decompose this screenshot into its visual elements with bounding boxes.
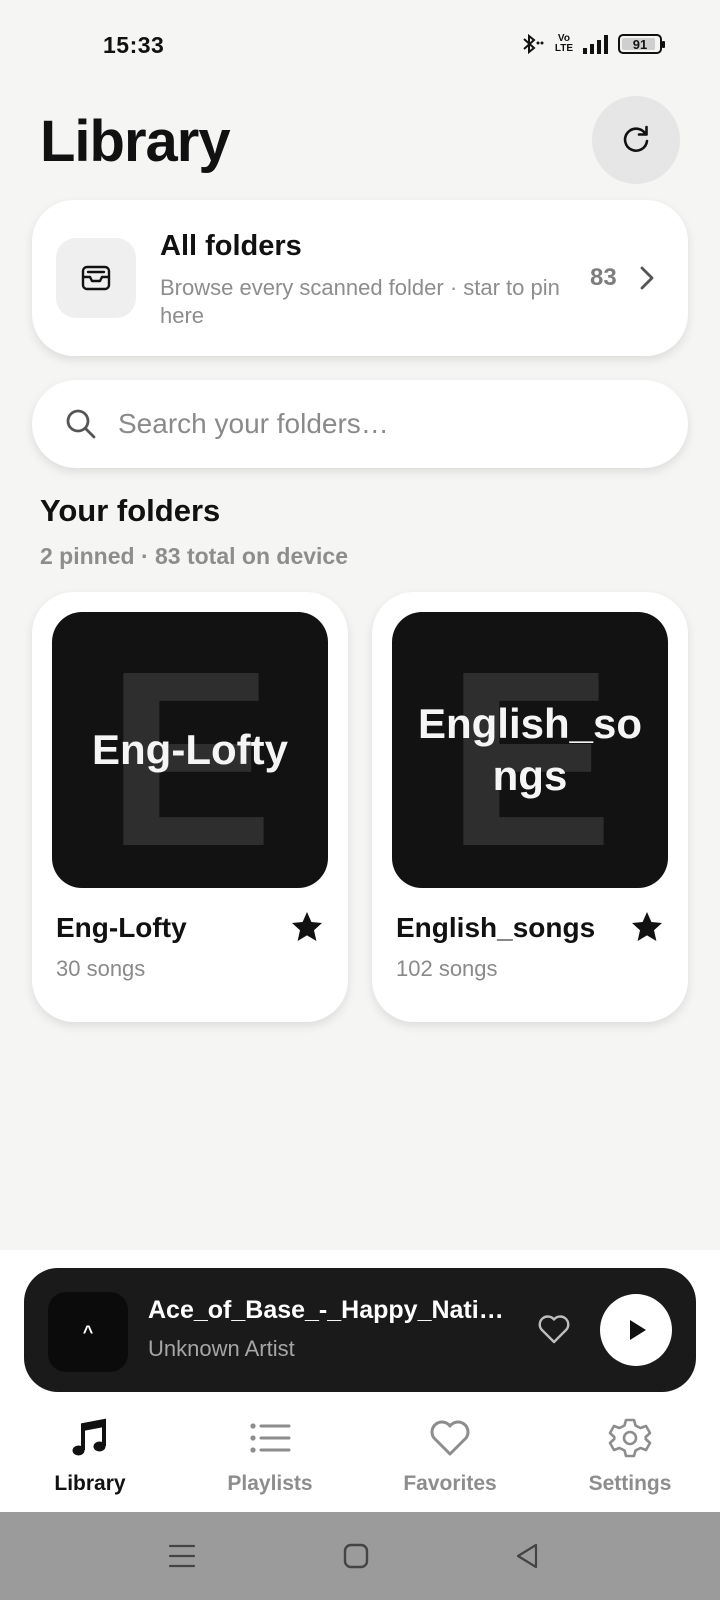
- thumbnail-name: Eng-Lofty: [92, 726, 288, 773]
- chevron-right-icon: [640, 266, 654, 290]
- folder-thumbnail: E Eng-Lofty: [52, 612, 328, 888]
- all-folders-count: 83: [590, 264, 617, 291]
- all-folders-subtitle: Browse every scanned folder · star to pi…: [160, 275, 560, 328]
- nav-item-favorites[interactable]: Favorites: [360, 1400, 540, 1512]
- star-icon[interactable]: [630, 910, 664, 944]
- back-triangle-icon[interactable]: [514, 1542, 542, 1570]
- folder-thumbnail: E English_songs: [392, 612, 668, 888]
- gear-icon: [608, 1414, 652, 1462]
- nav-item-library[interactable]: Library: [0, 1400, 180, 1512]
- page-title: Library: [40, 109, 231, 174]
- section-subtitle: 2 pinned · 83 total on device: [40, 543, 349, 569]
- bluetooth-icon: [523, 33, 544, 55]
- nav-label-favorites: Favorites: [403, 1472, 497, 1495]
- heart-icon: [428, 1414, 472, 1462]
- folder-song-count: 102 songs: [396, 956, 498, 981]
- all-folders-card[interactable]: All folders Browse every scanned folder …: [32, 200, 688, 356]
- play-icon: [630, 1320, 646, 1340]
- signal-icon: [583, 34, 608, 54]
- nav-label-playlists: Playlists: [227, 1472, 313, 1495]
- battery-icon: 91: [618, 34, 665, 54]
- refresh-icon: [623, 125, 649, 152]
- mini-player[interactable]: ^ Ace_of_Base_-_Happy_Nation Unknown Art…: [24, 1268, 696, 1392]
- search-input[interactable]: [118, 398, 658, 450]
- folder-card-eng-lofty[interactable]: E Eng-Lofty Eng-Lofty 30 songs: [32, 592, 348, 1022]
- search-bar[interactable]: [32, 380, 688, 468]
- battery-text: 91: [632, 36, 648, 52]
- inbox-tray-icon: [81, 265, 111, 291]
- star-icon[interactable]: [290, 910, 324, 944]
- folder-name: Eng-Lofty: [56, 912, 187, 943]
- recents-menu-icon[interactable]: [168, 1542, 196, 1570]
- folder-card-english-songs[interactable]: E English_songs English_songs 102 songs: [372, 592, 688, 1022]
- now-playing-artist: Unknown Artist: [148, 1336, 295, 1361]
- folder-song-count: 30 songs: [56, 956, 146, 981]
- status-time: 15:33: [103, 32, 165, 58]
- bottom-navigation: Library Playlists Favorites Settings: [0, 1400, 720, 1512]
- status-bar: 15:33 Vo LTE 91: [0, 0, 720, 92]
- list-icon: [248, 1414, 292, 1462]
- all-folders-icon-box: [56, 238, 136, 318]
- status-icons: Vo LTE 91: [519, 33, 665, 55]
- home-square-icon[interactable]: [342, 1542, 370, 1570]
- nav-item-playlists[interactable]: Playlists: [180, 1400, 360, 1512]
- volte-label-bottom: LTE: [554, 43, 573, 54]
- nav-item-settings[interactable]: Settings: [540, 1400, 720, 1512]
- music-note-icon: [70, 1414, 110, 1462]
- now-playing-title: Ace_of_Base_-_Happy_Nation: [148, 1296, 508, 1324]
- system-navigation-bar: [0, 1512, 720, 1600]
- folder-name: English_songs: [396, 912, 596, 943]
- search-icon: [66, 409, 96, 439]
- heart-outline-icon[interactable]: [536, 1312, 572, 1346]
- nav-label-settings: Settings: [588, 1472, 672, 1495]
- section-title: Your folders: [40, 493, 221, 528]
- nav-label-library: Library: [54, 1472, 126, 1495]
- refresh-button[interactable]: [592, 96, 680, 184]
- thumbnail-name: English_songs: [417, 700, 643, 799]
- now-playing-artwork: ^: [48, 1292, 128, 1372]
- all-folders-title: All folders: [160, 230, 302, 262]
- volte-icon: Vo LTE: [555, 34, 573, 54]
- play-button[interactable]: [600, 1294, 672, 1366]
